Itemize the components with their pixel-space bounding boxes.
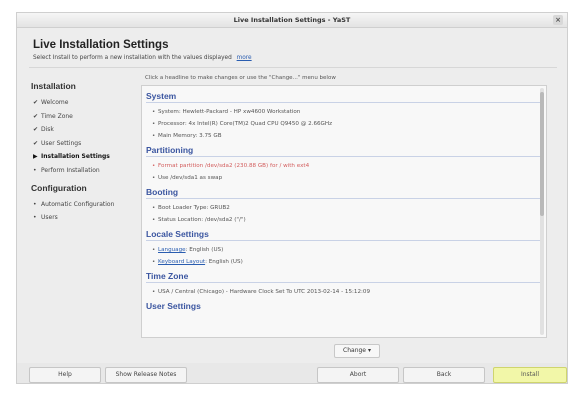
list-item: Status Location: /dev/sda2 ("/"): [152, 217, 546, 224]
section-time-zone-heading[interactable]: Time Zone: [146, 271, 546, 281]
sidebar-item-label: Installation Settings: [41, 153, 110, 160]
list-item: Language: English (US): [152, 247, 546, 254]
list-item: Main Memory: 3.75 GB: [152, 133, 546, 140]
bullet-icon: •: [33, 200, 37, 208]
window-titlebar: Live Installation Settings - YaST ×: [17, 13, 567, 28]
list-item: Boot Loader Type: GRUB2: [152, 205, 546, 212]
checkmark-icon: ✔: [33, 126, 39, 133]
keyboard-layout-value: English (US): [208, 259, 243, 265]
close-icon[interactable]: ×: [553, 15, 563, 25]
list-item: System: Hewlett-Packard - HP xw4600 Work…: [152, 109, 546, 116]
time-zone-list: USA / Central (Chicago) - Hardware Clock…: [142, 289, 546, 296]
booting-list: Boot Loader Type: GRUB2 Status Location:…: [142, 205, 546, 224]
page-subtitle-text: Select Install to perform a new installa…: [33, 55, 232, 61]
section-divider: [146, 102, 540, 103]
section-system-heading[interactable]: System: [146, 91, 546, 101]
sidebar-item-time-zone[interactable]: ✔ Time Zone: [33, 113, 141, 120]
sidebar: Installation ✔ Welcome ✔ Time Zone ✔ Disk ✔…: [29, 75, 141, 228]
language-value: English (US): [189, 247, 224, 253]
change-button-label: Change: [343, 347, 367, 354]
header-divider: [29, 67, 557, 68]
list-item: Format partition /dev/sda2 (230.88 GB) f…: [152, 163, 546, 170]
install-button[interactable]: Install: [493, 367, 567, 383]
abort-button[interactable]: Abort: [317, 367, 399, 383]
checkmark-icon: ✔: [33, 112, 39, 120]
locale-list: Language: English (US) Keyboard Layout: …: [142, 247, 546, 266]
sidebar-item-label: User Settings: [41, 139, 82, 147]
sidebar-item-label: Welcome: [41, 99, 69, 106]
button-bar: Help Show Release Notes Abort Back Insta…: [17, 363, 567, 383]
change-menu-button[interactable]: Change ▾: [334, 344, 380, 358]
list-item: Keyboard Layout: English (US): [152, 259, 546, 266]
section-partitioning-heading[interactable]: Partitioning: [146, 145, 546, 155]
sidebar-item-label: Disk: [41, 126, 54, 133]
system-list: System: Hewlett-Packard - HP xw4600 Work…: [142, 109, 546, 140]
keyboard-layout-link[interactable]: Keyboard Layout: [158, 259, 205, 265]
page-subtitle: Select Install to perform a new installa…: [33, 55, 252, 61]
language-link[interactable]: Language: [158, 247, 186, 253]
partitioning-list: Format partition /dev/sda2 (230.88 GB) f…: [142, 163, 546, 182]
list-item: USA / Central (Chicago) - Hardware Clock…: [152, 289, 546, 296]
sidebar-item-disk[interactable]: ✔ Disk: [33, 126, 141, 133]
bullet-icon: •: [33, 166, 37, 174]
instructions-text: Click a headline to make changes or use …: [145, 75, 336, 81]
sidebar-item-user-settings[interactable]: ✔ User Settings: [33, 140, 141, 147]
release-notes-button[interactable]: Show Release Notes: [105, 367, 187, 383]
sidebar-item-welcome[interactable]: ✔ Welcome: [33, 99, 141, 106]
sidebar-item-label: Users: [41, 214, 58, 221]
sidebar-item-users[interactable]: • Users: [33, 214, 141, 221]
section-divider: [146, 198, 540, 199]
sidebar-heading-installation: Installation: [31, 81, 76, 91]
list-item: Processor: 4x Intel(R) Core(TM)2 Quad CP…: [152, 121, 546, 128]
sidebar-item-automatic-configuration[interactable]: • Automatic Configuration: [33, 201, 141, 208]
back-button[interactable]: Back: [403, 367, 485, 383]
sidebar-item-label: Automatic Configuration: [41, 200, 115, 208]
yast-window: Live Installation Settings - YaST × Live…: [16, 12, 568, 384]
checkmark-icon: ✔: [33, 99, 39, 106]
section-booting-heading[interactable]: Booting: [146, 187, 546, 197]
sidebar-item-label: Time Zone: [41, 112, 73, 120]
vertical-scrollbar[interactable]: [540, 88, 544, 335]
section-locale-heading[interactable]: Locale Settings: [146, 229, 546, 239]
sidebar-item-perform-installation[interactable]: • Perform Installation: [33, 167, 141, 174]
section-user-settings-heading[interactable]: User Settings: [146, 301, 546, 311]
list-item: Use /dev/sda1 as swap: [152, 175, 546, 182]
more-link[interactable]: more: [237, 55, 252, 61]
chevron-down-icon: ▾: [367, 347, 371, 354]
checkmark-icon: ✔: [33, 139, 39, 147]
sidebar-heading-configuration: Configuration: [31, 182, 87, 193]
sidebar-item-label: Perform Installation: [41, 166, 100, 174]
page-title: Live Installation Settings: [33, 39, 169, 51]
bullet-icon: •: [33, 214, 37, 221]
section-divider: [146, 156, 540, 157]
sidebar-item-installation-settings[interactable]: ▶ Installation Settings: [33, 153, 141, 160]
help-button[interactable]: Help: [29, 367, 101, 383]
current-step-icon: ▶: [33, 153, 38, 160]
section-divider: [146, 240, 540, 241]
settings-summary-panel: System System: Hewlett-Packard - HP xw46…: [141, 85, 547, 338]
section-divider: [146, 282, 540, 283]
scrollbar-thumb[interactable]: [540, 92, 544, 216]
window-title: Live Installation Settings - YaST: [233, 16, 351, 24]
